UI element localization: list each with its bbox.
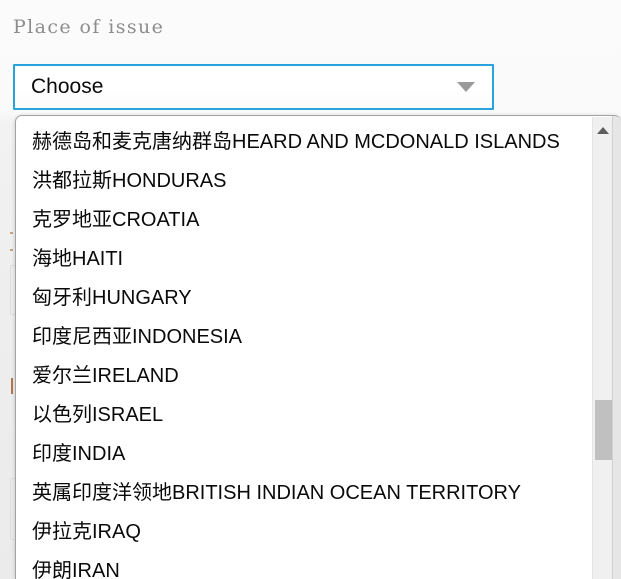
background-marker-b bbox=[10, 249, 13, 251]
chevron-down-icon[interactable] bbox=[457, 82, 475, 92]
list-item[interactable]: 印度尼西亚INDONESIA bbox=[16, 318, 594, 357]
list-item[interactable]: 克罗地亚CROATIA bbox=[16, 201, 594, 240]
dropdown-option-list[interactable]: 赫德岛和麦克唐纳群岛HEARD AND MCDONALD ISLANDS 洪都拉… bbox=[16, 116, 594, 579]
place-of-issue-select[interactable]: Choose bbox=[13, 64, 494, 110]
list-item[interactable]: 洪都拉斯HONDURAS bbox=[16, 162, 594, 201]
list-item[interactable]: 伊拉克IRAQ bbox=[16, 513, 594, 552]
list-item[interactable]: 印度INDIA bbox=[16, 435, 594, 474]
list-item[interactable]: 赫德岛和麦克唐纳群岛HEARD AND MCDONALD ISLANDS bbox=[16, 123, 594, 162]
list-item[interactable]: 海地HAITI bbox=[16, 240, 594, 279]
dropdown-popup: 赫德岛和麦克唐纳群岛HEARD AND MCDONALD ISLANDS 洪都拉… bbox=[15, 115, 621, 579]
list-item[interactable]: 匈牙利HUNGARY bbox=[16, 279, 594, 318]
list-item[interactable]: 以色列ISRAEL bbox=[16, 396, 594, 435]
background-text-caret bbox=[11, 378, 13, 394]
dropdown-scrollbar[interactable] bbox=[592, 117, 612, 579]
page-title: Place of issue bbox=[13, 16, 165, 38]
list-item[interactable]: 爱尔兰IRELAND bbox=[16, 357, 594, 396]
select-selected-value: Choose bbox=[31, 75, 104, 98]
list-item[interactable]: 英属印度洋领地BRITISH INDIAN OCEAN TERRITORY bbox=[16, 474, 594, 513]
background-marker-a bbox=[10, 232, 13, 234]
scrollbar-thumb[interactable] bbox=[595, 400, 612, 460]
popup-right-gutter bbox=[612, 116, 621, 579]
list-item[interactable]: 伊朗IRAN bbox=[16, 552, 594, 579]
triangle-up-icon[interactable] bbox=[596, 127, 609, 134]
